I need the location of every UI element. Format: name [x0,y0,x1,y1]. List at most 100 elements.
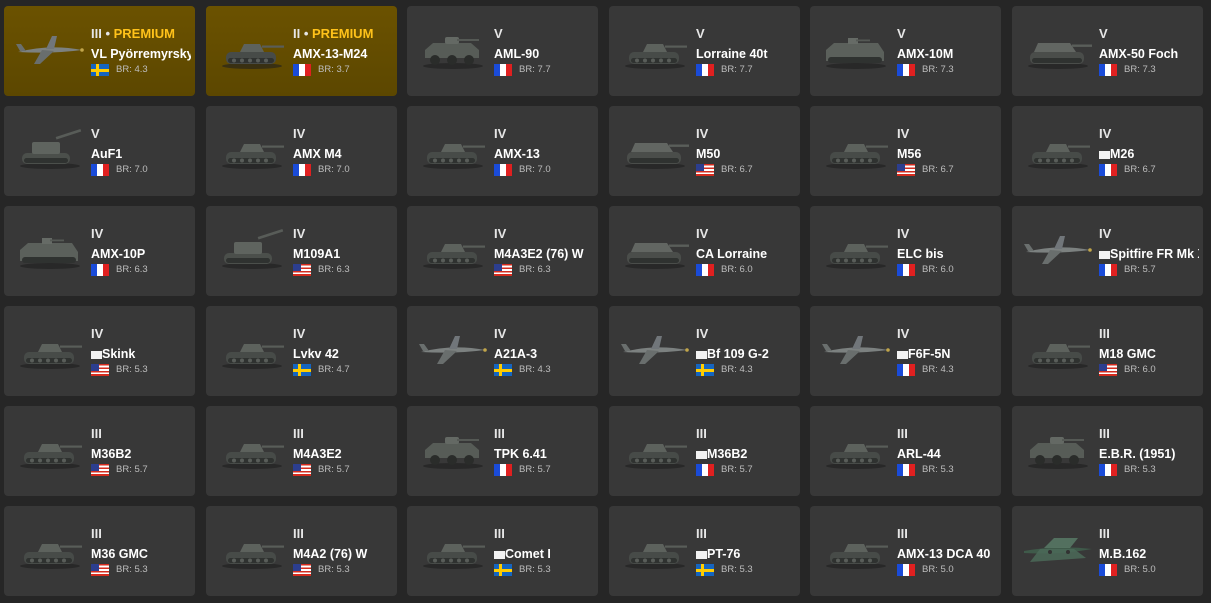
vehicle-rank: V [696,26,705,41]
plane-icon [617,328,693,372]
flag-se-icon [494,364,512,376]
vehicle-card[interactable]: IV AMX M4 BR: 7.0 [206,106,397,196]
rank-line: III [897,426,997,441]
vehicle-card[interactable]: III TPK 6.41 BR: 5.7 [407,406,598,496]
tank-icon [617,528,693,572]
ifv-icon [12,228,88,272]
vehicle-card[interactable]: IV M4A3E2 (76) W BR: 6.3 [407,206,598,296]
vehicle-card[interactable]: IV Bf 109 G-2 BR: 4.3 [609,306,800,396]
vehicle-info: IV M4A3E2 (76) W BR: 6.3 [494,226,594,276]
vehicle-card[interactable]: IV M26 BR: 6.7 [1012,106,1203,196]
vehicle-card[interactable]: IV AMX-13 BR: 7.0 [407,106,598,196]
rank-line: V [91,126,191,141]
vehicle-name: M18 GMC [1099,347,1156,361]
vehicle-card[interactable]: IV Spitfire FR Mk XI BR: 5.7 [1012,206,1203,296]
tank-icon [415,128,491,172]
vehicle-info: IV Skink BR: 5.3 [91,326,191,376]
br-value: 5.7 [1142,264,1156,275]
br-value: 4.3 [134,64,148,75]
br-label: BR: [721,364,737,375]
vehicle-card[interactable]: V AML-90 BR: 7.7 [407,6,598,96]
br-line: BR: 5.7 [293,464,393,476]
br-value: 5.7 [537,464,551,475]
td-icon [1020,28,1096,72]
vehicle-name: AMX-10M [897,47,954,61]
rank-line: V [696,26,796,41]
rank-line: III [494,526,594,541]
vehicle-card[interactable]: IV A21A-3 BR: 4.3 [407,306,598,396]
vehicle-card[interactable]: V AuF1 BR: 7.0 [4,106,195,196]
vehicle-name: Lorraine 40t [696,47,768,61]
vehicle-info: III E.B.R. (1951) BR: 5.3 [1099,426,1199,476]
vehicle-card[interactable]: IV Lvkv 42 BR: 4.7 [206,306,397,396]
flag-fr-icon [696,64,714,76]
br-value: 7.7 [537,64,551,75]
br-value: 7.3 [940,64,954,75]
vehicle-card[interactable]: III ARL-44 BR: 5.3 [810,406,1001,496]
vehicle-card[interactable]: V AMX-10M BR: 7.3 [810,6,1001,96]
rank-line: III [1099,326,1199,341]
vehicle-rank: III [897,526,908,541]
vehicle-rank: IV [293,226,306,241]
vehicle-card[interactable]: IV M109A1 BR: 6.3 [206,206,397,296]
vehicle-name-line: CA Lorraine [696,247,796,261]
vehicle-card[interactable]: III M4A2 (76) W BR: 5.3 [206,506,397,596]
rank-separator: • [101,26,114,41]
vehicle-card[interactable]: III PT-76 BR: 5.3 [609,506,800,596]
vehicle-info: III M36B2 BR: 5.7 [696,426,796,476]
br-line: BR: 5.0 [1099,564,1199,576]
vehicle-card[interactable]: III M4A3E2 BR: 5.7 [206,406,397,496]
vehicle-card[interactable]: III M18 GMC BR: 6.0 [1012,306,1203,396]
tank-icon [214,428,290,472]
vehicle-card[interactable]: III Comet I BR: 5.3 [407,506,598,596]
rank-line: III [1099,526,1199,541]
vehicle-card[interactable]: III M36 GMC BR: 5.3 [4,506,195,596]
br-label: BR: [116,164,132,175]
vehicle-card[interactable]: III M.B.162 BR: 5.0 [1012,506,1203,596]
vehicle-name-line: AMX-10P [91,247,191,261]
vehicle-name-line: VL Pyörremyrsky [91,47,191,61]
vehicle-card[interactable]: V Lorraine 40t BR: 7.7 [609,6,800,96]
tank-icon [12,328,88,372]
vehicle-rank: V [1099,26,1108,41]
flag-us-icon [293,564,311,576]
vehicle-card[interactable]: III E.B.R. (1951) BR: 5.3 [1012,406,1203,496]
bomber-icon [1020,528,1096,572]
vehicle-card[interactable]: IV M56 BR: 6.7 [810,106,1001,196]
vehicle-name-line: AMX-10M [897,47,997,61]
br-line: BR: 3.7 [293,64,393,76]
vehicle-card[interactable]: III M36B2 BR: 5.7 [609,406,800,496]
flag-fr-icon [696,264,714,276]
vehicle-card[interactable]: III M36B2 BR: 5.7 [4,406,195,496]
hidden-marker-icon [897,351,908,359]
vehicle-name-line: AML-90 [494,47,594,61]
rank-line: IV [293,226,393,241]
vehicle-card[interactable]: V AMX-50 Foch BR: 7.3 [1012,6,1203,96]
hidden-marker-icon [1099,251,1110,259]
vehicle-name: Lvkv 42 [293,347,339,361]
vehicle-card[interactable]: IV ELC bis BR: 6.0 [810,206,1001,296]
vehicle-rank: III [1099,326,1110,341]
vehicle-card[interactable]: II • PREMIUM AMX-13-M24 BR: 3.7 [206,6,397,96]
br-line: BR: 6.7 [1099,164,1199,176]
br-value: 5.3 [739,564,753,575]
rank-line: IV [696,326,796,341]
vehicle-info: III M36B2 BR: 5.7 [91,426,191,476]
vehicle-info: III PT-76 BR: 5.3 [696,526,796,576]
tank-icon [1020,128,1096,172]
br-line: BR: 7.3 [897,64,997,76]
vehicle-card[interactable]: IV AMX-10P BR: 6.3 [4,206,195,296]
vehicle-card[interactable]: IV CA Lorraine BR: 6.0 [609,206,800,296]
vehicle-card[interactable]: III AMX-13 DCA 40 BR: 5.0 [810,506,1001,596]
tank-icon [415,528,491,572]
vehicle-card[interactable]: III • PREMIUM VL Pyörremyrsky BR: 4.3 [4,6,195,96]
br-value: 4.7 [336,364,350,375]
rank-line: II • PREMIUM [293,26,393,41]
vehicle-card[interactable]: IV M50 BR: 6.7 [609,106,800,196]
br-value: 5.3 [940,464,954,475]
vehicle-card[interactable]: IV Skink BR: 5.3 [4,306,195,396]
br-label: BR: [922,64,938,75]
vehicle-card[interactable]: IV F6F-5N BR: 4.3 [810,306,1001,396]
vehicle-info: IV M26 BR: 6.7 [1099,126,1199,176]
br-value: 5.7 [739,464,753,475]
